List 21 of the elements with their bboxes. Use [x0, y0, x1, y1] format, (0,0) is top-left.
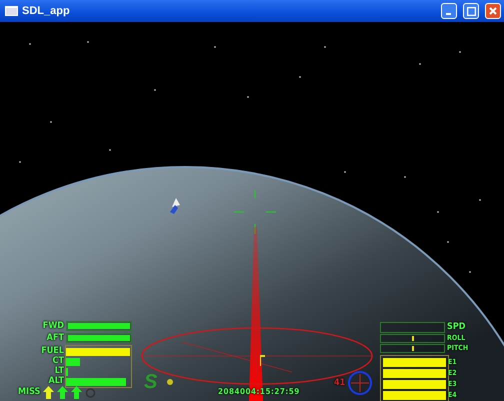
- speed-letter: S: [144, 372, 158, 392]
- gauge-label: AFT: [46, 334, 64, 342]
- close-button[interactable]: [485, 3, 501, 19]
- gauge-label: FWD: [42, 322, 64, 330]
- window-title: SDL_app: [22, 5, 71, 17]
- close-icon: [489, 7, 497, 15]
- missile-label: MISS: [18, 388, 40, 397]
- gauge-label: CT: [52, 357, 64, 366]
- radar-blip-icon: [260, 355, 265, 366]
- maximize-icon: [466, 6, 476, 16]
- window-icon: [5, 6, 18, 16]
- gauge-label: ALT: [48, 377, 64, 386]
- minimize-button[interactable]: [441, 3, 457, 19]
- status-dot-icon: [167, 379, 173, 385]
- target-reticle-icon: [348, 371, 372, 395]
- spacecraft-drawing: [170, 198, 180, 214]
- maximize-button[interactable]: [463, 3, 479, 19]
- gauge-label: SPD: [447, 323, 466, 332]
- gauge-label: FUEL: [40, 347, 64, 356]
- gauge-label: LT: [54, 367, 64, 376]
- target-distance: 41: [334, 379, 346, 388]
